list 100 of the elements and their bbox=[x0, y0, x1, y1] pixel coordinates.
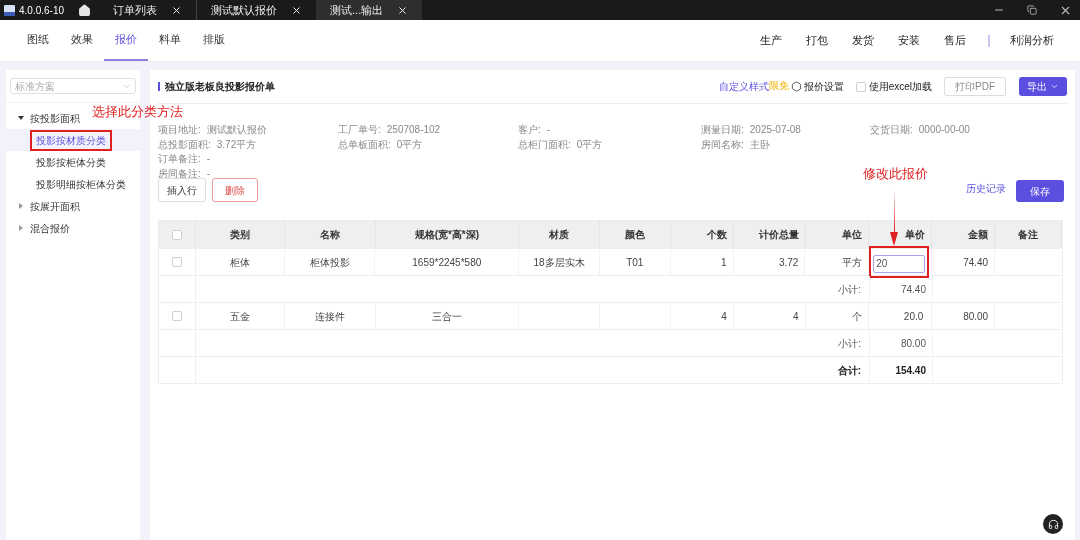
nav-tab[interactable]: 发货 bbox=[840, 32, 886, 49]
table-cell-text: 五金 bbox=[229, 309, 250, 324]
table-cell-text: 个 bbox=[852, 309, 863, 324]
column-header: 金额 bbox=[932, 221, 996, 248]
close-icon[interactable] bbox=[291, 4, 303, 16]
summary-amount: 74.40 bbox=[900, 282, 926, 297]
info-label: 客户: bbox=[518, 123, 541, 137]
window-tab[interactable]: 测试...输出 bbox=[316, 0, 423, 20]
info-value: 3.72平方 bbox=[216, 137, 257, 152]
table-cell-text: 20.0 bbox=[902, 309, 925, 324]
checkbox[interactable] bbox=[171, 229, 182, 240]
info-value: 2025-07-08 bbox=[749, 123, 801, 137]
column-header: 规格(宽*高*深) bbox=[375, 221, 520, 248]
info-label: 工厂单号: bbox=[338, 123, 381, 137]
table-cell-text: 连接件 bbox=[314, 309, 345, 324]
table-cell-text: 1 bbox=[721, 255, 727, 270]
table-cell-text: 柜体投影 bbox=[309, 255, 350, 270]
column-header: 备注 bbox=[995, 221, 1063, 248]
nav-tab[interactable]: 排版 bbox=[192, 20, 236, 61]
custom-style-link[interactable]: 自定义样式 bbox=[718, 79, 769, 94]
info-label: 房间名称: bbox=[701, 137, 744, 152]
tree-item[interactable]: 混合报价 bbox=[30, 220, 70, 236]
checkbox[interactable] bbox=[171, 311, 182, 321]
table-cell-text: 平方 bbox=[842, 255, 863, 270]
nav-tab[interactable]: 料单 bbox=[148, 20, 192, 61]
close-icon[interactable] bbox=[397, 4, 409, 16]
tree-item[interactable]: 按投影面积 bbox=[30, 110, 80, 126]
info-label: 测量日期: bbox=[701, 123, 744, 137]
table-cell-text: 4 bbox=[793, 309, 799, 324]
nav-tab[interactable]: 售后 bbox=[932, 32, 978, 49]
table-cell-text: 3.72 bbox=[778, 255, 799, 270]
table-cell-text: 三合一 bbox=[431, 309, 462, 324]
summary-amount: 154.40 bbox=[895, 363, 926, 378]
table-cell-text: 74.40 bbox=[963, 255, 989, 270]
tree-item[interactable]: 投影按材质分类 bbox=[30, 129, 112, 151]
table-cell-text: T01 bbox=[626, 255, 644, 270]
checkbox-label: 使用excel加载 bbox=[868, 80, 932, 94]
delete-button[interactable]: 删除 bbox=[212, 178, 258, 202]
save-button[interactable]: 保存 bbox=[1016, 180, 1064, 202]
close-icon[interactable] bbox=[171, 4, 183, 16]
info-label: 交货日期: bbox=[870, 123, 913, 137]
window-tab[interactable]: 测试默认报价 bbox=[197, 0, 317, 20]
triangle-down-icon[interactable] bbox=[18, 115, 24, 121]
column-header: 单位 bbox=[805, 221, 870, 248]
tree-item[interactable]: 投影明细按柜体分类 bbox=[30, 173, 132, 195]
info-value: - bbox=[206, 166, 211, 181]
column-header: 计价总量 bbox=[733, 221, 806, 248]
settings-icon[interactable] bbox=[790, 81, 802, 92]
chevron-down-icon bbox=[1050, 82, 1059, 91]
info-label: 总投影面积: bbox=[158, 137, 211, 152]
history-link[interactable]: 历史记录 bbox=[966, 181, 1006, 196]
nav-tab[interactable]: 利润分析 bbox=[1000, 32, 1064, 49]
unit-price-field[interactable]: 20 bbox=[873, 254, 926, 273]
nav-tab[interactable]: 打包 bbox=[794, 32, 840, 49]
info-value: 0平方 bbox=[396, 137, 423, 152]
badge-label: 限免 bbox=[768, 81, 789, 91]
headset-icon bbox=[1047, 518, 1059, 530]
app-logo-icon bbox=[4, 4, 15, 16]
restore-icon[interactable] bbox=[1027, 5, 1037, 15]
info-value: 0平方 bbox=[576, 137, 603, 152]
table-cell-text: 1659*2245*580 bbox=[412, 255, 482, 270]
print-pdf-button[interactable]: 打印PDF bbox=[944, 77, 1006, 96]
info-value: 测试默认报价 bbox=[206, 123, 267, 137]
summary-amount: 80.00 bbox=[900, 336, 926, 351]
nav-tab[interactable]: 报价 bbox=[104, 20, 148, 61]
summary-label: 合计: bbox=[837, 363, 861, 378]
column-header: 名称 bbox=[284, 221, 376, 248]
nav-tab[interactable]: 图纸 bbox=[16, 20, 60, 61]
tree-item[interactable]: 投影按柜体分类 bbox=[30, 151, 112, 173]
export-button[interactable]: 导出 bbox=[1019, 77, 1067, 96]
summary-label: 小计: bbox=[838, 282, 861, 297]
annotation-text: 选择此分类方法 bbox=[92, 103, 183, 121]
info-label: 总单板面积: bbox=[338, 137, 391, 152]
table-cell-text: 4 bbox=[721, 309, 727, 324]
column-header: 类别 bbox=[195, 221, 285, 248]
table-cell-text: 柜体 bbox=[229, 255, 250, 270]
info-label: 总柜门面积: bbox=[518, 137, 571, 152]
tree-item[interactable]: 按展开面积 bbox=[30, 198, 80, 214]
triangle-right-icon[interactable] bbox=[18, 225, 24, 231]
summary-label: 小计: bbox=[838, 336, 861, 351]
info-value: 250708-102 bbox=[386, 123, 441, 137]
nav-tab[interactable]: 生产 bbox=[748, 32, 794, 49]
version-label: 4.0.0.6-10 bbox=[19, 3, 65, 18]
table-cell-text: 18多层实木 bbox=[533, 255, 585, 270]
table-cell-text: 80.00 bbox=[963, 309, 989, 324]
home-icon[interactable] bbox=[78, 3, 92, 17]
checkbox[interactable] bbox=[855, 81, 866, 92]
settings-link[interactable]: 报价设置 bbox=[803, 79, 844, 94]
nav-tab[interactable]: 安装 bbox=[886, 32, 932, 49]
info-value: - bbox=[206, 152, 211, 166]
nav-tab[interactable]: 效果 bbox=[60, 20, 104, 61]
info-label: 订单备注: bbox=[158, 152, 201, 166]
annotation-text: 修改此报价 bbox=[863, 165, 928, 183]
column-header: 材质 bbox=[519, 221, 600, 248]
triangle-right-icon[interactable] bbox=[18, 203, 24, 209]
column-header: 个数 bbox=[670, 221, 734, 248]
checkbox[interactable] bbox=[171, 257, 182, 267]
info-value: - bbox=[546, 123, 551, 137]
insert-row-button[interactable]: 插入行 bbox=[158, 178, 206, 202]
info-label: 项目地址: bbox=[158, 123, 201, 137]
